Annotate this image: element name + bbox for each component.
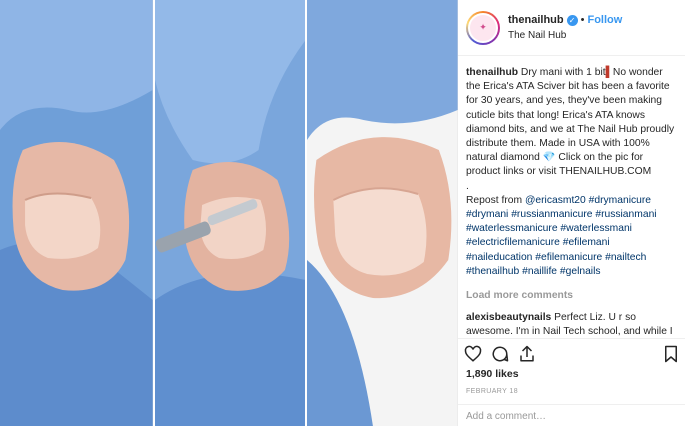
- hashtags[interactable]: #drymanicure #drymani #russianmanicure #…: [466, 195, 657, 277]
- caption: thenailhub Dry mani with 1 bit▌No wonder…: [466, 66, 677, 279]
- comment-item: alexisbeautynails Perfect Liz. U r so aw…: [466, 311, 677, 338]
- follow-button[interactable]: Follow: [587, 13, 622, 28]
- load-more-comments[interactable]: Load more comments: [466, 289, 677, 303]
- verified-badge-icon: ✓: [566, 14, 578, 26]
- caption-dot: .: [466, 180, 469, 192]
- diamond-emoji-icon: 💎: [542, 152, 556, 164]
- instagram-post: ✦ thenailhub ✓ • Follow The Nail Hub the…: [0, 0, 685, 426]
- repost-prefix: Repost from: [466, 194, 525, 206]
- header-info: thenailhub ✓ • Follow The Nail Hub: [508, 13, 622, 43]
- post-photo[interactable]: [0, 0, 458, 426]
- comment-username[interactable]: alexisbeautynails: [466, 312, 551, 323]
- header-username[interactable]: thenailhub: [508, 13, 564, 28]
- post-date[interactable]: FEBRUARY 18: [458, 384, 685, 404]
- repost-line: Repost from @ericasmt20 #drymanicure #dr…: [466, 194, 677, 279]
- action-bar: [458, 338, 685, 368]
- comment-icon[interactable]: [491, 345, 509, 363]
- separator: •: [580, 13, 585, 26]
- header-fullname: The Nail Hub: [508, 29, 567, 41]
- photo-panel-after: [305, 0, 458, 426]
- heart-icon[interactable]: [464, 345, 482, 363]
- nail-polish-logo-icon: ✦: [468, 12, 498, 43]
- photo-panel-before: [0, 0, 153, 426]
- post-sidebar: ✦ thenailhub ✓ • Follow The Nail Hub the…: [458, 0, 685, 426]
- bookmark-icon[interactable]: [663, 345, 679, 363]
- photo-panel-drilling: [152, 0, 306, 426]
- avatar[interactable]: ✦: [466, 10, 500, 45]
- post-header: ✦ thenailhub ✓ • Follow The Nail Hub: [458, 0, 685, 56]
- bit-emoji-icon: ▌: [605, 67, 613, 78]
- share-icon[interactable]: [518, 345, 536, 363]
- comments-section: thenailhub Dry mani with 1 bit▌No wonder…: [458, 56, 685, 338]
- caption-text-2: No wonder the Erica's ATA Sciver bit has…: [466, 67, 675, 164]
- caption-username[interactable]: thenailhub: [466, 67, 518, 78]
- likes-count[interactable]: 1,890 likes: [458, 368, 685, 384]
- caption-text-1: Dry mani with 1 bit: [518, 67, 606, 78]
- repost-user-link[interactable]: @ericasmt20: [525, 195, 586, 206]
- add-comment-input[interactable]: Add a comment…: [458, 404, 685, 426]
